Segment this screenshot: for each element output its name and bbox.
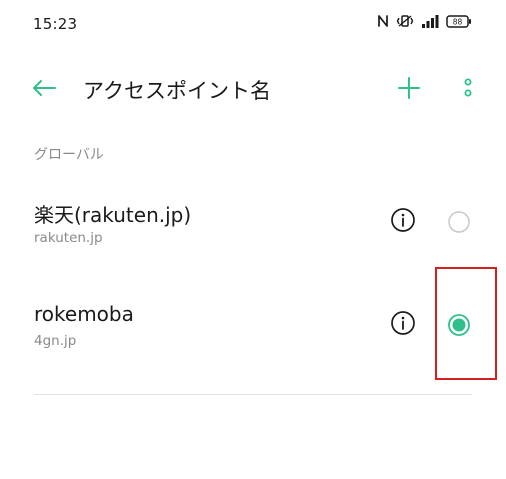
apn-info-button[interactable]	[389, 208, 417, 236]
apn-radio-unselected[interactable]	[445, 208, 473, 236]
arrow-left-icon	[31, 78, 57, 102]
more-options-button[interactable]	[452, 74, 484, 106]
info-icon	[390, 310, 416, 340]
app-bar: アクセスポイント名	[0, 64, 506, 116]
plus-icon	[397, 76, 421, 104]
info-icon	[390, 207, 416, 237]
status-time: 15:23	[33, 15, 78, 33]
nfc-icon	[377, 14, 389, 28]
status-bar: 15:23 88	[0, 0, 506, 48]
apn-row-rokemoba[interactable]: rokemoba 4gn.jp	[0, 289, 506, 361]
add-apn-button[interactable]	[393, 74, 425, 106]
page-title: アクセスポイント名	[83, 79, 271, 103]
status-icons: 88	[377, 14, 472, 28]
signal-icon	[421, 14, 439, 28]
apn-value: rakuten.jp	[34, 230, 103, 246]
battery-level: 88	[453, 17, 463, 26]
vibrate-icon	[396, 14, 414, 28]
apn-info-button[interactable]	[389, 311, 417, 339]
back-button[interactable]	[28, 74, 60, 106]
divider	[34, 394, 472, 395]
apn-name: 楽天(rakuten.jp)	[34, 203, 192, 227]
apn-value: 4gn.jp	[34, 333, 77, 349]
apn-name: rokemoba	[34, 302, 134, 326]
apn-row-rakuten[interactable]: 楽天(rakuten.jp) rakuten.jp	[0, 186, 506, 258]
more-vertical-icon	[463, 77, 473, 103]
selection-highlight-box	[435, 267, 497, 380]
battery-icon: 88	[446, 14, 472, 28]
section-header: グローバル	[34, 147, 104, 163]
